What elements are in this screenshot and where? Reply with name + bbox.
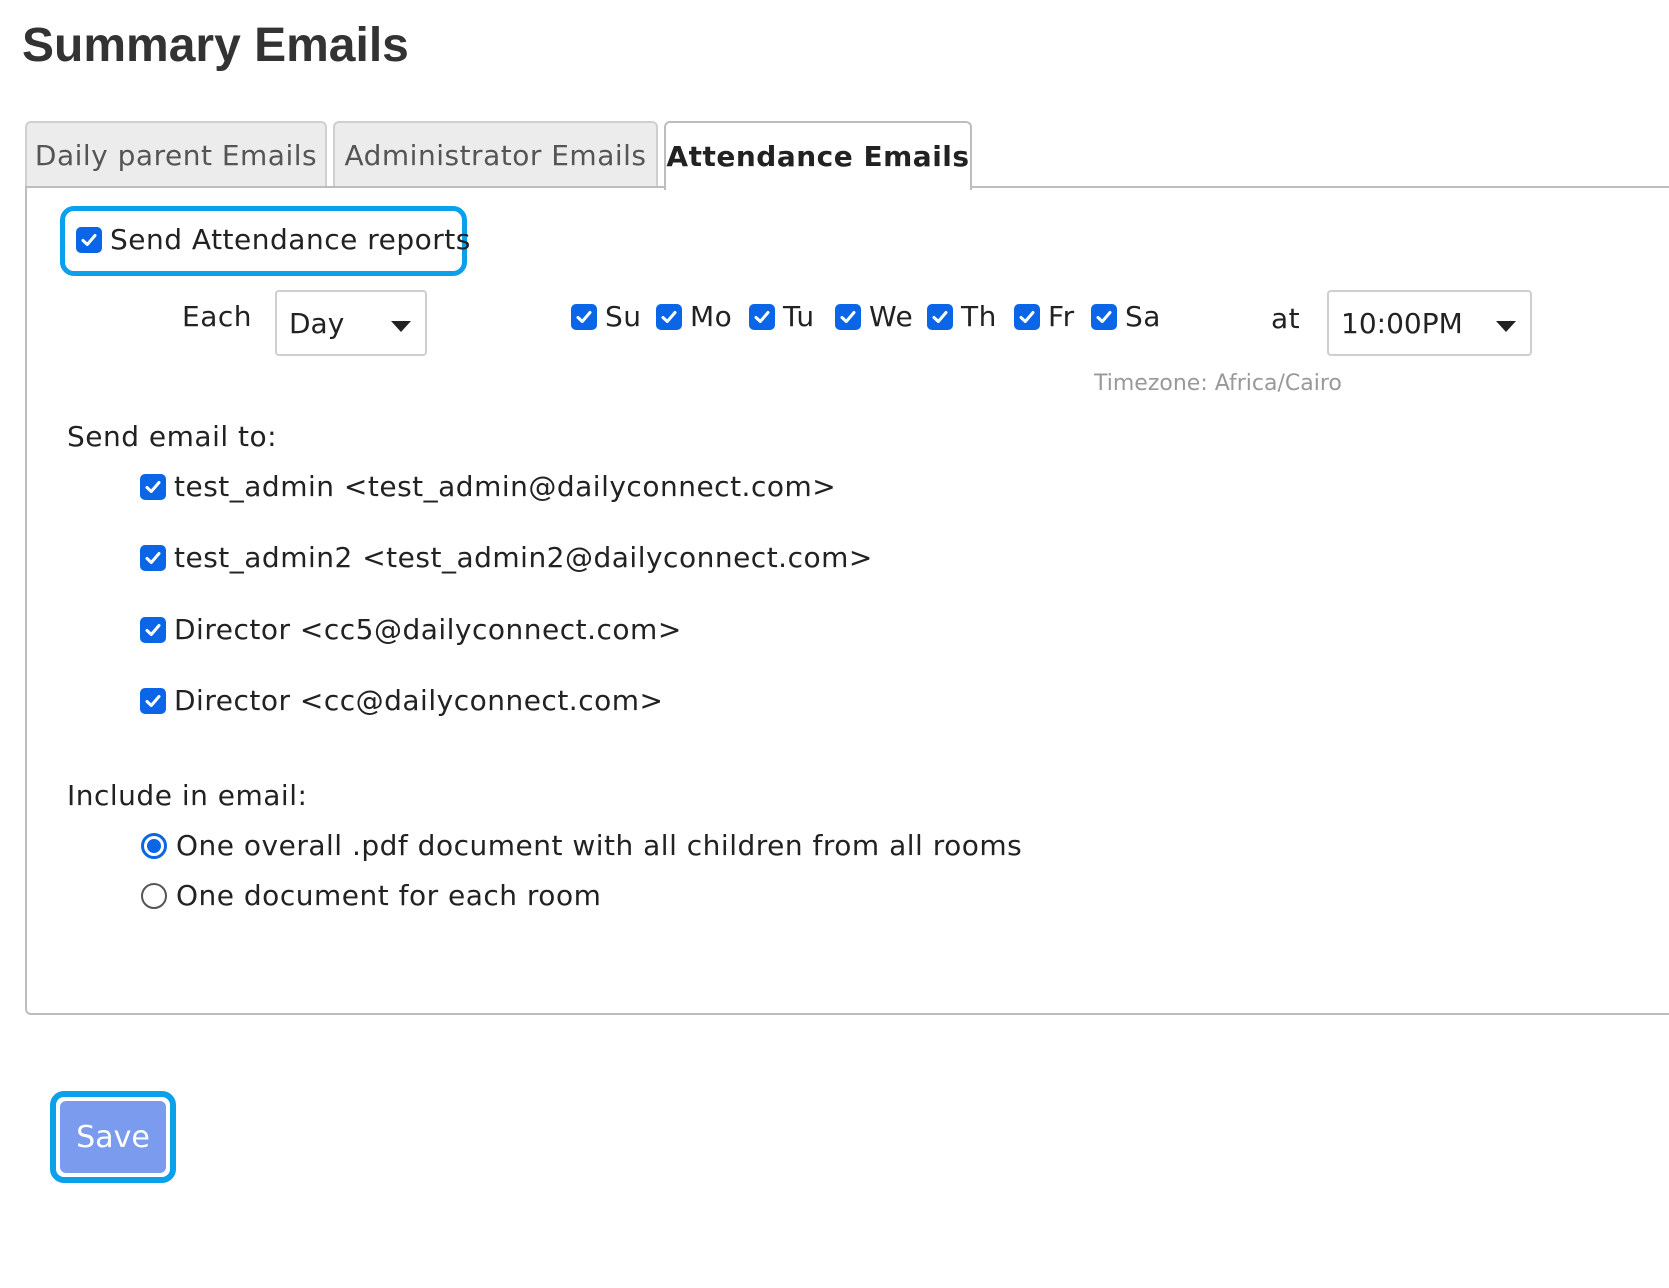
include-option-label: One overall .pdf document with all child… xyxy=(176,829,1023,862)
tab-attendance-emails[interactable]: Attendance Emails xyxy=(664,121,972,190)
recipient-item[interactable]: Director <cc5@dailyconnect.com> xyxy=(140,613,682,646)
tab-label: Administrator Emails xyxy=(344,138,647,172)
day-tu[interactable]: Tu xyxy=(749,300,815,333)
day-label: We xyxy=(869,300,914,333)
day-checkbox[interactable] xyxy=(656,303,682,330)
send-reports-toggle[interactable]: Send Attendance reports xyxy=(76,223,471,256)
day-checkbox[interactable] xyxy=(835,303,861,330)
recipient-label: Director <cc@dailyconnect.com> xyxy=(174,684,664,717)
tab-label: Attendance Emails xyxy=(666,140,970,173)
include-label: Include in email: xyxy=(67,779,308,812)
include-radio[interactable] xyxy=(141,832,167,859)
checkmark-icon xyxy=(81,233,97,246)
include-radio[interactable] xyxy=(141,882,167,909)
frequency-select[interactable]: Day xyxy=(275,290,427,356)
send-to-label: Send email to: xyxy=(67,420,278,453)
checkmark-icon xyxy=(145,623,161,636)
day-checkbox[interactable] xyxy=(749,303,775,330)
checkmark-icon xyxy=(1096,310,1112,323)
day-we[interactable]: We xyxy=(835,300,913,333)
frequency-value: Day xyxy=(289,306,345,340)
day-fr[interactable]: Fr xyxy=(1014,300,1075,333)
day-label: Mo xyxy=(690,300,733,333)
tab-daily-parent-emails[interactable]: Daily parent Emails xyxy=(25,121,327,187)
include-option-per-room[interactable]: One document for each room xyxy=(141,879,601,912)
checkmark-icon xyxy=(145,551,161,564)
each-label: Each xyxy=(182,300,252,333)
send-reports-label: Send Attendance reports xyxy=(110,223,471,256)
time-value: 10:00PM xyxy=(1341,306,1463,340)
recipient-label: test_admin <test_admin@dailyconnect.com> xyxy=(174,470,837,503)
tab-administrator-emails[interactable]: Administrator Emails xyxy=(333,121,658,187)
time-select[interactable]: 10:00PM xyxy=(1327,290,1532,356)
day-label: Sa xyxy=(1125,300,1161,333)
day-label: Fr xyxy=(1048,300,1075,333)
recipient-checkbox[interactable] xyxy=(140,687,166,714)
day-mo[interactable]: Mo xyxy=(656,300,732,333)
checkmark-icon xyxy=(661,310,677,323)
recipient-item[interactable]: test_admin2 <test_admin2@dailyconnect.co… xyxy=(140,541,873,574)
caret-down-icon xyxy=(1496,321,1516,332)
day-checkbox[interactable] xyxy=(571,303,597,330)
checkmark-icon xyxy=(145,694,161,707)
recipient-label: test_admin2 <test_admin2@dailyconnect.co… xyxy=(174,541,873,574)
recipient-item[interactable]: test_admin <test_admin@dailyconnect.com> xyxy=(140,470,836,503)
recipient-checkbox[interactable] xyxy=(140,544,166,571)
caret-down-icon xyxy=(391,321,411,332)
day-label: Su xyxy=(605,300,642,333)
recipient-checkbox[interactable] xyxy=(140,616,166,643)
day-checkbox[interactable] xyxy=(927,303,953,330)
checkmark-icon xyxy=(1019,310,1035,323)
day-th[interactable]: Th xyxy=(927,300,997,333)
day-su[interactable]: Su xyxy=(571,300,642,333)
checkmark-icon xyxy=(754,310,770,323)
recipient-label: Director <cc5@dailyconnect.com> xyxy=(174,613,682,646)
recipient-item[interactable]: Director <cc@dailyconnect.com> xyxy=(140,684,663,717)
day-label: Tu xyxy=(783,300,815,333)
recipient-checkbox[interactable] xyxy=(140,473,166,500)
checkmark-icon xyxy=(576,310,592,323)
timezone-note: Timezone: Africa/Cairo xyxy=(1094,371,1342,396)
day-sa[interactable]: Sa xyxy=(1091,300,1161,333)
at-label: at xyxy=(1271,302,1301,335)
save-button[interactable]: Save xyxy=(60,1101,166,1173)
page-title: Summary Emails xyxy=(22,19,409,72)
checkmark-icon xyxy=(840,310,856,323)
include-option-label: One document for each room xyxy=(176,879,602,912)
tab-label: Daily parent Emails xyxy=(34,138,318,172)
save-highlight: Save xyxy=(50,1091,176,1183)
day-checkbox[interactable] xyxy=(1091,303,1117,330)
checkmark-icon xyxy=(145,480,161,493)
day-label: Th xyxy=(961,300,997,333)
checkmark-icon xyxy=(932,310,948,323)
include-option-overall-pdf[interactable]: One overall .pdf document with all child… xyxy=(141,829,1022,862)
day-checkbox[interactable] xyxy=(1014,303,1040,330)
send-reports-checkbox[interactable] xyxy=(76,226,102,253)
